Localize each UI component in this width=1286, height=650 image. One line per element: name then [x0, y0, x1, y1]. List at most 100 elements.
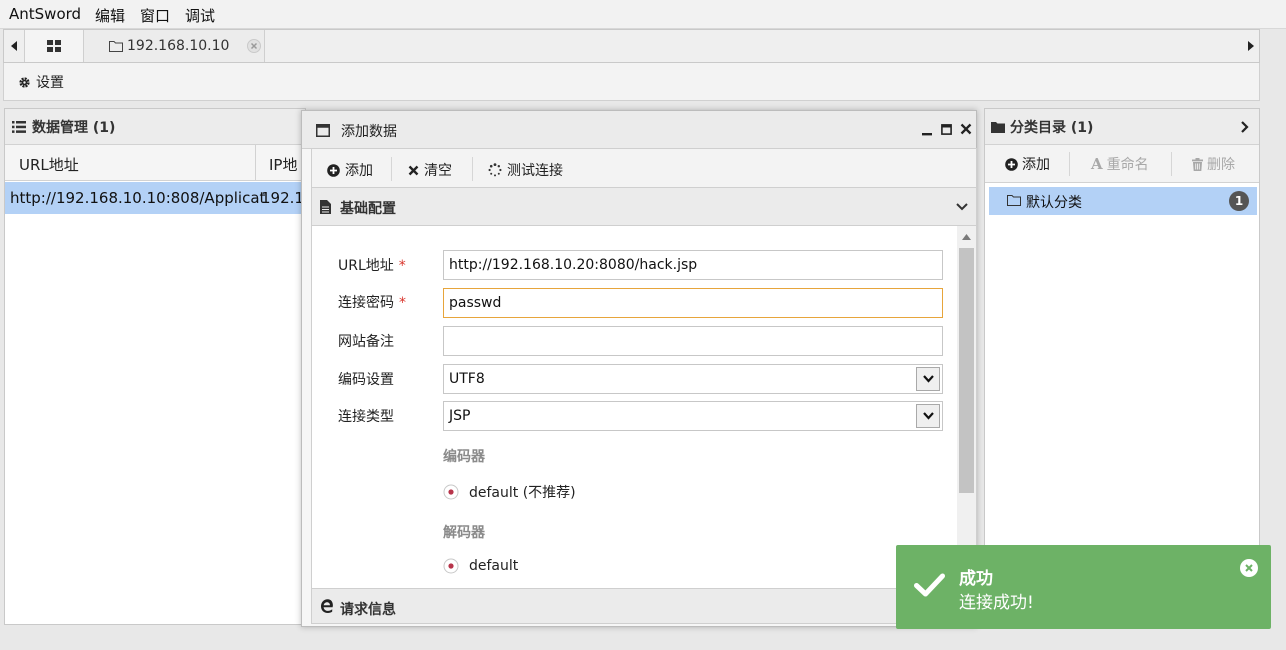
settings-label: 设置	[36, 75, 64, 91]
maximize-icon[interactable]	[941, 124, 952, 135]
category-item-label: 默认分类	[1026, 195, 1082, 211]
note-input[interactable]	[443, 326, 943, 356]
tab-close-icon[interactable]	[247, 39, 262, 53]
dialog-titlebar[interactable]: 添加数据	[302, 111, 976, 149]
decoder-label: 解码器	[443, 525, 485, 541]
menu-window[interactable]: 窗口	[140, 5, 170, 26]
menu-debug[interactable]: 调试	[185, 5, 215, 26]
table-row[interactable]: http://192.168.10.10:808/Applicat 192.1	[5, 182, 305, 214]
menu-antsword[interactable]: AntSword	[9, 5, 81, 23]
column-header-url[interactable]: URL地址	[19, 154, 79, 175]
x-icon	[408, 165, 419, 175]
category-add-label: 添加	[1022, 157, 1050, 173]
category-toolbar: 添加 A 重命名 删除	[985, 145, 1259, 183]
encoder-option-label: default (不推荐)	[469, 485, 576, 501]
row-ip-cell: 192.1	[261, 189, 304, 207]
category-count-badge: 1	[1229, 191, 1249, 211]
test-connection-label: 测试连接	[507, 163, 563, 179]
encoder-label: 编码器	[443, 449, 485, 465]
encoding-value: UTF8	[449, 371, 485, 387]
category-delete-button[interactable]: 删除	[1192, 154, 1235, 174]
tab-host[interactable]: 192.168.10.10	[84, 30, 265, 62]
gear-icon	[19, 76, 30, 88]
menu-edit[interactable]: 编辑	[95, 5, 125, 26]
spinner-icon	[488, 163, 502, 177]
toolbar-separator	[472, 157, 473, 181]
font-icon: A	[1091, 154, 1103, 173]
chevron-right-icon[interactable]	[1241, 121, 1249, 133]
dialog-toolbar: 添加 清空 测试连接	[311, 148, 977, 188]
url-label: URL地址 *	[338, 258, 406, 274]
tab-scroll-right-icon[interactable]	[1241, 30, 1261, 62]
trash-icon	[1192, 157, 1203, 171]
data-manager-panel: 数据管理 (1) URL地址 IP地 http://192.168.10.10:…	[4, 108, 306, 625]
main-toolbar: 设置	[3, 63, 1260, 101]
encoding-label: 编码设置	[338, 372, 394, 388]
category-item-default[interactable]: 默认分类 1	[989, 187, 1257, 215]
column-divider[interactable]	[255, 145, 256, 181]
url-input[interactable]	[443, 250, 943, 280]
file-icon	[320, 200, 331, 214]
category-header: 分类目录 (1)	[985, 109, 1259, 145]
connection-type-label: 连接类型	[338, 409, 394, 425]
add-button[interactable]: 添加	[327, 160, 373, 180]
tab-scroll-left-icon[interactable]	[4, 30, 24, 62]
dialog-title: 添加数据	[341, 124, 397, 140]
toast-title: 成功	[959, 569, 993, 589]
folder-icon	[1007, 194, 1021, 206]
data-manager-title: 数据管理 (1)	[32, 119, 116, 136]
clear-button[interactable]: 清空	[408, 160, 452, 180]
radio-selected-icon[interactable]	[443, 558, 459, 574]
connection-type-select[interactable]: JSP	[443, 401, 943, 431]
grid-icon	[47, 40, 61, 52]
settings-button[interactable]: 设置	[18, 72, 64, 92]
encoder-option-default[interactable]: default (不推荐)	[443, 482, 576, 502]
connection-type-value: JSP	[449, 408, 471, 424]
category-rename-label: 重命名	[1106, 157, 1149, 173]
chevron-down-icon[interactable]	[956, 203, 968, 211]
edge-icon	[320, 599, 334, 613]
toolbar-separator	[391, 157, 392, 181]
window-icon	[316, 124, 330, 137]
add-button-label: 添加	[345, 163, 373, 179]
category-delete-label: 删除	[1207, 157, 1235, 173]
minimize-icon[interactable]	[922, 124, 932, 136]
form-scrollbar[interactable]	[957, 226, 976, 588]
tab-host-label: 192.168.10.10	[127, 38, 230, 54]
decoder-option-default[interactable]: default	[443, 558, 518, 574]
table-header: URL地址 IP地	[5, 145, 305, 181]
category-title: 分类目录 (1)	[1010, 119, 1094, 136]
plus-circle-icon	[1005, 157, 1018, 171]
password-input[interactable]	[443, 288, 943, 318]
add-data-dialog: 添加数据 添加 清空 测试连接 基础配置 URL地址 * http://192.…	[301, 110, 977, 627]
test-connection-button[interactable]: 测试连接	[488, 160, 563, 180]
radio-selected-icon[interactable]	[443, 484, 459, 500]
encoding-select[interactable]: UTF8	[443, 364, 943, 394]
basic-config-form: URL地址* 连接密码* 网站备注 编码设置 UTF8 连接类型 JSP 编码器…	[311, 226, 977, 588]
scroll-up-icon[interactable]	[962, 234, 971, 240]
scrollbar-thumb[interactable]	[959, 248, 974, 493]
basic-config-title: 基础配置	[340, 201, 396, 217]
category-add-button[interactable]: 添加	[1005, 154, 1050, 174]
folder-icon	[991, 121, 1005, 133]
clear-button-label: 清空	[424, 163, 452, 179]
data-manager-header: 数据管理 (1)	[5, 109, 305, 145]
category-rename-button[interactable]: A 重命名	[1091, 154, 1149, 174]
toast-message: 连接成功!	[959, 593, 1034, 613]
list-icon	[12, 120, 26, 133]
close-icon[interactable]	[960, 123, 972, 135]
check-icon	[914, 573, 945, 597]
menubar: AntSword 编辑 窗口 调试	[0, 0, 1286, 29]
column-header-ip[interactable]: IP地	[269, 154, 297, 175]
request-info-title: 请求信息	[340, 602, 396, 618]
row-url-cell: http://192.168.10.10:808/Applicat	[10, 189, 266, 207]
request-info-section-header[interactable]: 请求信息	[311, 588, 977, 624]
toolbar-separator	[1171, 152, 1172, 176]
basic-config-section-header[interactable]: 基础配置	[311, 188, 977, 226]
folder-icon	[109, 40, 123, 52]
chevron-down-icon[interactable]	[916, 367, 940, 391]
tab-home[interactable]	[24, 30, 84, 62]
password-label: 连接密码 *	[338, 295, 406, 311]
chevron-down-icon[interactable]	[916, 404, 940, 428]
toast-close-icon[interactable]	[1240, 559, 1258, 577]
